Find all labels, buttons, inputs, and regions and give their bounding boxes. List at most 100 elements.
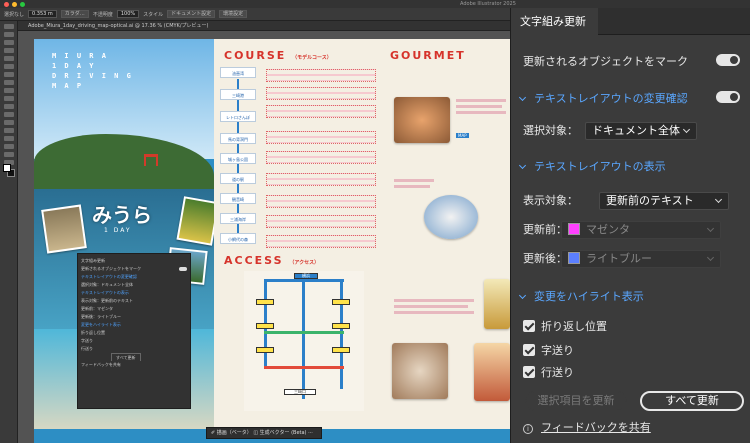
mini-panel-row: 選択対象：ドキュメント全体 — [81, 282, 133, 287]
rotate-tool-icon[interactable] — [3, 112, 14, 117]
mini-panel-section: 変更をハイライト表示 — [81, 322, 121, 327]
free-transform-tool-icon[interactable] — [3, 136, 14, 141]
mini-panel-row: 表示対象：更新前のテキスト — [81, 298, 133, 303]
feedback-link[interactable]: フィードバックを共有 — [541, 421, 651, 434]
paintbrush-tool-icon[interactable] — [3, 88, 14, 93]
route-stop: 油壺湾 — [220, 67, 256, 78]
pencil-tool-icon[interactable] — [3, 96, 14, 101]
access-title: ACCESS （アクセス） — [224, 254, 320, 267]
mini-panel-row: 折り返し位置 — [81, 330, 105, 335]
route-stop: 小網代の森 — [220, 233, 256, 244]
rectangle-tool-icon[interactable] — [3, 80, 14, 85]
minimize-window-button[interactable] — [12, 1, 17, 7]
tools-panel — [0, 21, 18, 443]
line-tool-icon[interactable] — [3, 72, 14, 77]
light-blue-swatch — [568, 252, 580, 264]
check-leading[interactable]: 行送り — [523, 364, 740, 379]
document-setup-button[interactable]: ドキュメント設定 — [167, 10, 216, 18]
canvas[interactable]: M I U R A 1 D A Y D R I V I N G M A P みう… — [18, 31, 510, 443]
sashimi-photo — [424, 195, 478, 239]
course-description — [266, 151, 376, 164]
selection-tool-icon[interactable] — [3, 24, 14, 29]
route-stop: 三浦海岸 — [220, 213, 256, 224]
cat-photo — [41, 204, 87, 254]
stroke-weight-field[interactable]: 0.353 m — [28, 10, 57, 18]
control-bar: 選択なし 0.353 m カラダ… 不透明度 100% スタイル ドキュメント設… — [0, 8, 510, 21]
mini-panel-title: 文字組み更新 — [81, 258, 105, 263]
scale-tool-icon[interactable] — [3, 120, 14, 125]
pen-tool-icon[interactable] — [3, 48, 14, 53]
opacity-field[interactable]: 100% — [116, 10, 140, 18]
access-map: 横浜 三崎口 — [244, 271, 364, 411]
close-window-button[interactable] — [4, 1, 9, 7]
mini-panel-row: 更新されるオブジェクトをマーク — [81, 265, 187, 273]
direct-selection-tool-icon[interactable] — [3, 32, 14, 37]
update-selected-button[interactable]: 選択項目を更新 — [525, 391, 627, 411]
map-badge: MAP — [456, 133, 469, 138]
mini-feedback-link: フィードバックを共有 — [81, 362, 121, 367]
course-description — [266, 105, 376, 118]
course-description — [266, 87, 376, 100]
maximize-window-button[interactable] — [20, 1, 25, 7]
document-tab[interactable]: Adobe_Miura_1day_driving_map-optical.ai … — [18, 21, 510, 31]
width-tool-icon[interactable] — [3, 128, 14, 133]
mini-panel-row: すべて更新 — [81, 353, 187, 361]
preferences-button[interactable]: 環境設定 — [219, 10, 248, 18]
map-station-label: 三崎口 — [284, 389, 316, 395]
mini-panel-row: 更新後：ライトブルー — [81, 314, 121, 319]
course-description — [266, 235, 376, 248]
route-stop: 城ヶ島公園 — [220, 153, 256, 164]
update-all-button[interactable]: すべて更新 — [640, 391, 744, 411]
eraser-tool-icon[interactable] — [3, 104, 14, 109]
magic-wand-tool-icon[interactable] — [3, 40, 14, 45]
layout-check-section-label: テキストレイアウトの変更確認 — [534, 92, 688, 105]
before-color-row: 更新前： マゼンタ — [523, 221, 740, 239]
eyedropper-tool-icon[interactable] — [3, 152, 14, 157]
display-target-row: 表示対象： 更新前のテキスト — [523, 192, 740, 210]
check-line-break[interactable]: 折り返し位置 — [523, 318, 740, 333]
shape-builder-tool-icon[interactable] — [3, 144, 14, 149]
after-color-row: 更新後： ライトブルー — [523, 250, 740, 268]
mark-objects-row: 更新されるオブジェクトをマーク — [523, 53, 740, 68]
course-description — [266, 173, 376, 186]
sweets-photo — [484, 279, 510, 329]
seafood-photo — [394, 97, 450, 143]
panel-tab-text-reflow[interactable]: 文字組み更新 — [511, 8, 598, 35]
type-tool-icon[interactable] — [3, 64, 14, 69]
curvature-tool-icon[interactable] — [3, 56, 14, 61]
highlight-section-header[interactable]: 変更をハイライト表示 — [518, 288, 740, 303]
gourmet-page: GOURMET MAP — [384, 39, 510, 443]
layout-display-section-header[interactable]: テキストレイアウトの表示 — [518, 158, 740, 173]
check-tracking[interactable]: 字送り — [523, 342, 740, 357]
layout-check-section-header[interactable]: テキストレイアウトの変更確認 — [518, 90, 740, 105]
style-label[interactable]: スタイル — [143, 11, 163, 18]
after-color-dropdown[interactable]: ライトブルー — [561, 250, 721, 268]
line-break-checkbox[interactable] — [523, 320, 535, 332]
one-day-label: 1 DAY — [104, 227, 132, 234]
highlight-section-label: 変更をハイライト表示 — [534, 290, 644, 303]
window-controls — [4, 1, 25, 7]
donut-photo — [392, 343, 448, 399]
selection-target-dropdown[interactable]: ドキュメント全体 — [585, 122, 697, 140]
contextual-taskbar[interactable]: ✐ 描画（ベータ） ◫ 生成ベクター (Beta) ⋯ — [206, 427, 322, 439]
chevron-down-icon — [706, 253, 715, 262]
fill-dropdown[interactable]: カラダ… — [60, 10, 89, 18]
course-title: COURSE （モデルコース） — [224, 49, 332, 62]
mark-objects-label: 更新されるオブジェクトをマーク — [523, 55, 688, 68]
before-color-dropdown[interactable]: マゼンタ — [561, 221, 721, 239]
chevron-down-icon — [518, 291, 527, 300]
layout-check-toggle[interactable] — [716, 91, 740, 103]
torii-gate-icon — [144, 154, 158, 166]
opacity-label[interactable]: 不透明度 — [93, 11, 113, 18]
leading-checkbox[interactable] — [523, 366, 535, 378]
chevron-down-icon — [706, 224, 715, 233]
route-stop: 馬の背洞門 — [220, 133, 256, 144]
tracking-checkbox[interactable] — [523, 344, 535, 356]
mark-objects-toggle[interactable] — [716, 54, 740, 66]
chevron-down-icon — [714, 195, 723, 204]
display-target-dropdown[interactable]: 更新前のテキスト — [599, 192, 729, 210]
mini-panel-section: テキストレイアウトの表示 — [81, 290, 129, 295]
fill-swatch[interactable] — [3, 164, 11, 172]
course-description — [266, 69, 376, 82]
course-page: COURSE （モデルコース） 油壺湾 三崎港 レトロさんぽ 馬の背洞門 城ヶ島… — [214, 39, 384, 443]
